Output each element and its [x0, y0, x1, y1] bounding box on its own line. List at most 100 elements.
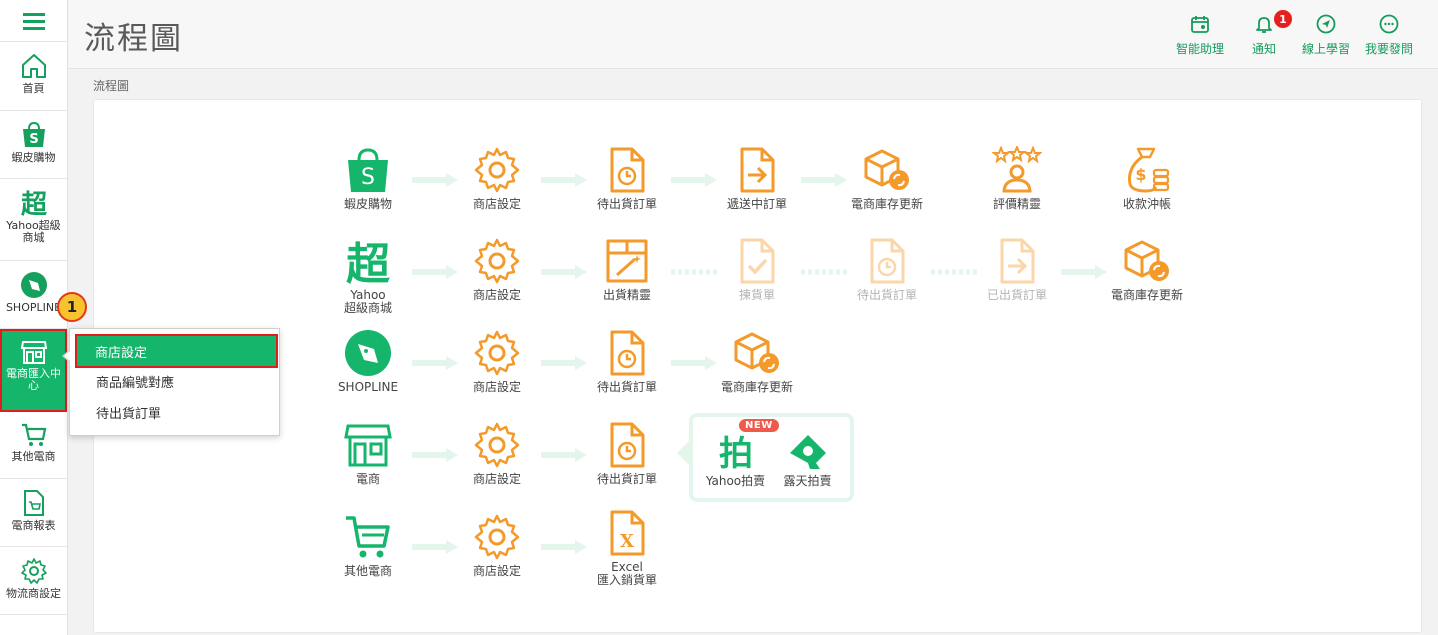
submenu-item-shop-settings[interactable]: 商店設定: [75, 334, 278, 368]
sidebar: 首頁 S 蝦皮購物 超 Yahoo超級商城 SHOPLINE 電商匯入中心 其他…: [0, 0, 68, 635]
flow-ruten-auction[interactable]: 露天拍賣: [765, 433, 850, 488]
page-title: 流程圖: [84, 21, 183, 57]
svg-text:S: S: [29, 132, 38, 147]
svg-text:$: $: [1135, 165, 1146, 184]
yahoo-auction-icon: 拍: [719, 434, 753, 471]
sidebar-item-label: 電商報表: [11, 519, 56, 532]
flow-node-label: 電商庫存更新: [720, 380, 793, 394]
flow-pending-orders[interactable]: 待出貨訂單: [572, 329, 682, 394]
cart-icon: [346, 516, 390, 558]
pending-document-icon: [870, 238, 905, 284]
online-learning-button[interactable]: 線上學習: [1302, 14, 1350, 57]
flow-yahoo-mall[interactable]: 超 Yahoo 超級商城: [313, 237, 423, 315]
flow-inventory-update[interactable]: 電商庫存更新: [1092, 237, 1202, 302]
flow-shop-settings[interactable]: 商店設定: [442, 421, 552, 486]
shopee-icon: S: [348, 148, 388, 192]
breadcrumb: 流程圖: [93, 79, 130, 93]
check-document-icon: [740, 238, 775, 284]
flow-inventory-update[interactable]: 電商庫存更新: [702, 329, 812, 394]
flow-shipping-wizard[interactable]: 出貨精靈: [572, 237, 682, 302]
money-bag-icon: $: [1128, 147, 1170, 193]
submenu-item-product-mapping[interactable]: 商品編號對應: [70, 366, 279, 397]
store-icon: [344, 424, 392, 467]
gear-icon: [474, 147, 520, 193]
pending-document-icon: [610, 422, 645, 468]
sidebar-item-shopee[interactable]: S 蝦皮購物: [0, 111, 67, 179]
flow-shopee[interactable]: S 蝦皮購物: [313, 146, 423, 211]
svg-text:S: S: [361, 165, 375, 190]
sidebar-item-label: Yahoo超級商城: [6, 219, 61, 244]
flow-node-label-line2: 超級商城: [343, 301, 392, 315]
flow-inventory-update[interactable]: 電商庫存更新: [832, 146, 942, 211]
flow-picking-list[interactable]: 揀貨單: [702, 237, 812, 302]
rating-icon: [992, 146, 1042, 193]
flow-pending-orders[interactable]: 待出貨訂單: [832, 237, 942, 302]
flow-node-label: 待出貨訂單: [596, 197, 657, 211]
menu-toggle-button[interactable]: [0, 0, 67, 42]
sidebar-item-report[interactable]: 電商報表: [0, 479, 67, 547]
inventory-sync-icon: [1124, 240, 1169, 281]
sidebar-item-logistics-settings[interactable]: 物流商設定: [0, 547, 67, 615]
yahoo-mall-icon: 超: [20, 190, 47, 217]
sidebar-item-label: 蝦皮購物: [11, 151, 56, 164]
sidebar-item-yahoo-mall[interactable]: 超 Yahoo超級商城: [0, 179, 67, 261]
pending-document-icon: [610, 147, 645, 193]
flow-node-label: SHOPLINE: [337, 380, 399, 394]
flow-node-label: 商店設定: [472, 197, 521, 211]
flow-node-label: 蝦皮購物: [343, 197, 392, 211]
flow-pending-orders[interactable]: 待出貨訂單: [572, 421, 682, 486]
flow-pending-orders[interactable]: 待出貨訂單: [572, 146, 682, 211]
flow-node-label: 電商庫存更新: [850, 197, 923, 211]
ruten-auction-icon: [789, 435, 826, 469]
sidebar-item-other-ecommerce[interactable]: 其他電商: [0, 412, 67, 479]
flow-shop-settings[interactable]: 商店設定: [442, 146, 552, 211]
ask-question-button[interactable]: 我要發問: [1365, 14, 1413, 57]
excel-document-icon: X: [610, 510, 645, 556]
flow-node-label: 電商: [355, 472, 380, 486]
pending-document-icon: [610, 330, 645, 376]
flow-node-label: 電商庫存更新: [1110, 288, 1183, 302]
calendar-icon: [1191, 16, 1209, 33]
flow-ecommerce[interactable]: 電商: [313, 421, 423, 486]
sidebar-item-label: 其他電商: [11, 450, 56, 463]
sidebar-item-label: SHOPLINE: [5, 301, 62, 314]
ask-question-label: 我要發問: [1365, 42, 1414, 56]
topbar: 流程圖 智能助理 1 通知 線上學習 我要發問: [69, 0, 1438, 69]
notifications-label: 通知: [1252, 42, 1277, 56]
flow-payment-reconcile[interactable]: $ 收款沖帳: [1092, 146, 1202, 211]
notifications-button[interactable]: 1 通知: [1252, 10, 1292, 57]
flow-excel-import[interactable]: X Excel 匯入銷貨單: [572, 509, 682, 587]
flow-node-label: 收款沖帳: [1122, 197, 1171, 211]
svg-text:X: X: [620, 531, 634, 552]
notification-badge: 1: [1274, 10, 1292, 28]
shopline-icon: [20, 272, 47, 298]
flow-node-label: 其他電商: [343, 564, 392, 578]
submenu-item-pending-orders[interactable]: 待出貨訂單: [70, 397, 279, 428]
inventory-sync-icon: [864, 149, 909, 190]
shopee-icon: S: [22, 121, 45, 147]
sidebar-item-shopline[interactable]: SHOPLINE: [0, 261, 67, 329]
flow-node-label: 待出貨訂單: [856, 288, 917, 302]
cart-icon: [21, 423, 46, 446]
import-center-submenu: 商店設定 商品編號對應 待出貨訂單: [62, 328, 280, 436]
flow-shipped-orders[interactable]: 已出貨訂單: [962, 237, 1072, 302]
sidebar-item-label: 物流商設定: [6, 587, 61, 600]
auction-platforms-bubble: NEW 拍 Yahoo拍賣 露天拍賣: [677, 413, 854, 502]
flow-node-label: 遞送中訂單: [726, 197, 787, 211]
flow-node-label: 已出貨訂單: [986, 288, 1047, 302]
smart-assistant-button[interactable]: 智能助理: [1176, 14, 1224, 57]
flow-node-label: 出貨精靈: [602, 288, 651, 302]
flow-other-ecommerce[interactable]: 其他電商: [313, 513, 423, 578]
flow-shop-settings[interactable]: 商店設定: [442, 329, 552, 394]
inventory-sync-icon: [734, 332, 779, 373]
flow-shop-settings[interactable]: 商店設定: [442, 513, 552, 578]
flow-shipping-orders[interactable]: 遞送中訂單: [702, 146, 812, 211]
flow-shopline[interactable]: SHOPLINE: [313, 329, 423, 394]
flow-shop-settings[interactable]: 商店設定: [442, 237, 552, 302]
flow-review-wizard[interactable]: 評價精靈: [962, 146, 1072, 211]
sidebar-item-import-center[interactable]: 電商匯入中心: [0, 329, 67, 412]
navigation-icon: [1316, 14, 1336, 34]
sidebar-item-home[interactable]: 首頁: [0, 42, 67, 111]
flow-node-label-line2: 匯入銷貨單: [596, 573, 657, 587]
sidebar-item-label: 電商匯入中心: [6, 367, 61, 392]
